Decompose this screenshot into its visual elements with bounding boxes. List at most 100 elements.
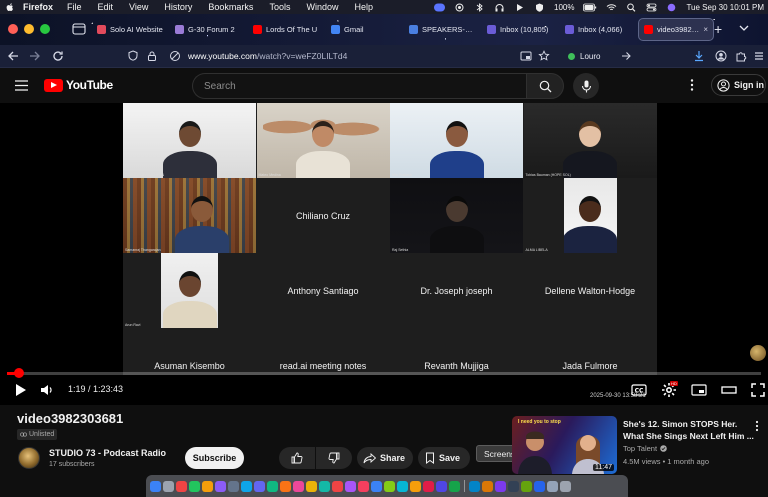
back-arrow-icon[interactable] xyxy=(6,49,20,63)
dock-app-icon[interactable] xyxy=(241,480,252,492)
browser-tab[interactable]: Gmail xyxy=(326,18,402,41)
list-all-tabs-icon[interactable] xyxy=(738,23,750,33)
menu-history[interactable]: History xyxy=(164,2,192,12)
play-icon[interactable] xyxy=(514,3,525,12)
control-center-icon[interactable] xyxy=(646,3,657,12)
video-player[interactable]: RUSHDI SAMSUDHEEN Mateo Medina Mru Prakash… xyxy=(0,103,768,405)
account-icon[interactable] xyxy=(715,50,727,62)
dock-app-icon[interactable] xyxy=(423,480,434,492)
new-tab-button[interactable]: + xyxy=(714,22,722,36)
search-button[interactable] xyxy=(526,73,564,99)
dock-app-icon[interactable] xyxy=(332,480,343,492)
recommendation-thumbnail[interactable]: I need you to stop 11:47 xyxy=(512,416,617,474)
browser-tab[interactable]: Inbox (4,066) xyxy=(560,18,636,41)
app-menu-icon[interactable] xyxy=(753,50,765,62)
dock-app-icon[interactable] xyxy=(560,480,571,492)
dock-app-icon[interactable] xyxy=(202,480,213,492)
dock-app-icon[interactable] xyxy=(293,480,304,492)
menu-tools[interactable]: Tools xyxy=(269,2,290,12)
browser-tab[interactable]: G-30 Forum 2 xyxy=(170,18,246,41)
search-input[interactable] xyxy=(192,73,526,99)
browser-tab[interactable]: video3982303 × xyxy=(638,18,714,41)
security-icon[interactable] xyxy=(534,3,545,12)
settings-more-icon[interactable] xyxy=(688,78,696,92)
subtitles-icon[interactable]: CC xyxy=(631,382,647,398)
dock-app-icon[interactable] xyxy=(397,480,408,492)
channel-name[interactable]: STUDIO 73 - Podcast Radio xyxy=(49,448,166,458)
dock-app-icon[interactable] xyxy=(410,480,421,492)
channel-watermark[interactable] xyxy=(749,344,767,362)
user-switch-icon[interactable] xyxy=(434,3,445,12)
dock-app-icon[interactable] xyxy=(508,480,519,492)
save-button[interactable]: Save xyxy=(418,447,470,469)
go-arrow-icon[interactable] xyxy=(620,50,632,62)
menubar-clock[interactable]: Tue Sep 30 10:01 PM xyxy=(686,3,764,12)
autoplay-blocked-icon[interactable] xyxy=(169,50,181,62)
firefox-view-icon[interactable] xyxy=(72,22,86,35)
dock-app-icon[interactable] xyxy=(482,480,493,492)
forward-arrow-icon[interactable] xyxy=(28,49,42,63)
menu-view[interactable]: View xyxy=(129,2,148,12)
browser-tab[interactable]: Inbox (10,805) xyxy=(482,18,558,41)
close-window-button[interactable] xyxy=(8,24,18,34)
extensions-icon[interactable] xyxy=(735,50,747,62)
share-button[interactable]: Share xyxy=(357,447,413,469)
recommendation-title[interactable]: She's 12. Simon STOPS Her. What She Sing… xyxy=(623,418,755,442)
voice-search-button[interactable] xyxy=(573,73,599,99)
sign-in-button[interactable]: Sign in xyxy=(711,74,766,96)
fullscreen-icon[interactable] xyxy=(750,382,766,398)
menu-file[interactable]: File xyxy=(67,2,82,12)
screen-record-icon[interactable] xyxy=(454,3,465,12)
apple-icon[interactable] xyxy=(5,2,15,12)
like-button[interactable] xyxy=(279,447,315,469)
dock-app-icon[interactable] xyxy=(534,480,545,492)
dock-app-icon[interactable] xyxy=(306,480,317,492)
menu-help[interactable]: Help xyxy=(354,2,373,12)
siri-icon[interactable] xyxy=(666,3,677,12)
dock-app-icon[interactable] xyxy=(215,480,226,492)
dock-app-icon[interactable] xyxy=(371,480,382,492)
spotlight-search-icon[interactable] xyxy=(626,3,637,12)
action-menu-icon[interactable] xyxy=(754,420,760,432)
picture-in-picture-icon[interactable] xyxy=(520,50,532,62)
play-icon[interactable] xyxy=(12,382,28,398)
guide-menu-icon[interactable] xyxy=(15,80,28,91)
menu-bookmarks[interactable]: Bookmarks xyxy=(208,2,253,12)
menu-window[interactable]: Window xyxy=(306,2,338,12)
subscribe-button[interactable]: Subscribe xyxy=(185,447,244,469)
dock-app-icon[interactable] xyxy=(150,480,161,492)
zoom-window-button[interactable] xyxy=(40,24,50,34)
dock-app-icon[interactable] xyxy=(254,480,265,492)
dock-app-icon[interactable] xyxy=(267,480,278,492)
dock-app-icon[interactable] xyxy=(280,480,291,492)
minimize-window-button[interactable] xyxy=(24,24,34,34)
dock-app-icon[interactable] xyxy=(449,480,460,492)
dock-app-icon[interactable] xyxy=(436,480,447,492)
dock-app-icon[interactable] xyxy=(228,480,239,492)
dock-app-icon[interactable] xyxy=(469,480,480,492)
browser-tab[interactable]: Lords Of The U xyxy=(248,18,324,41)
tracking-protection-icon[interactable] xyxy=(127,50,139,62)
dock-app-icon[interactable] xyxy=(547,480,558,492)
dock-app-icon[interactable] xyxy=(521,480,532,492)
volume-icon[interactable] xyxy=(39,382,55,398)
dock-app-icon[interactable] xyxy=(358,480,369,492)
downloads-icon[interactable] xyxy=(693,50,705,62)
lock-icon[interactable] xyxy=(146,50,158,62)
battery-icon[interactable] xyxy=(583,3,597,12)
headphones-icon[interactable] xyxy=(494,3,505,12)
browser-tab[interactable]: SPEAKERS-You xyxy=(404,18,480,41)
dock-app-icon[interactable] xyxy=(176,480,187,492)
recommendation-channel[interactable]: Top Talent xyxy=(623,444,667,453)
browser-tab[interactable]: Solo AI Website xyxy=(92,18,168,41)
youtube-logo[interactable]: YouTube xyxy=(44,78,113,92)
menu-edit[interactable]: Edit xyxy=(98,2,114,12)
dock-app-icon[interactable] xyxy=(384,480,395,492)
menu-app-name[interactable]: Firefox xyxy=(23,2,53,12)
url-bar[interactable]: www.youtube.com/watch?v=weFZ0LILTd4 xyxy=(188,51,347,61)
dock-app-icon[interactable] xyxy=(319,480,330,492)
dislike-button[interactable] xyxy=(316,447,352,469)
miniplayer-icon[interactable] xyxy=(691,382,707,398)
bluetooth-icon[interactable] xyxy=(474,2,485,12)
dock-app-icon[interactable] xyxy=(495,480,506,492)
